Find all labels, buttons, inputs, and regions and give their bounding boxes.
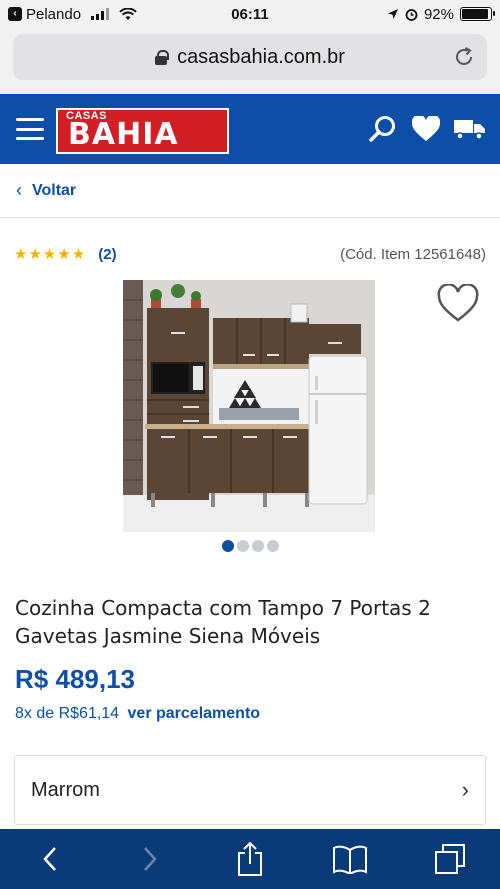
carousel-dot[interactable] xyxy=(266,540,279,552)
bookmarks-icon xyxy=(333,845,367,874)
site-header: CASAS BAHIA xyxy=(0,94,500,164)
carousel-dot[interactable] xyxy=(251,540,264,552)
favorite-heart-icon[interactable] xyxy=(436,284,480,324)
status-bar: ‹ Pelando 06:11 92% xyxy=(0,0,500,28)
wifi-icon xyxy=(119,7,137,20)
carousel-dots[interactable] xyxy=(0,540,500,552)
share-icon xyxy=(238,841,262,876)
reload-icon[interactable] xyxy=(453,46,475,68)
address-bar[interactable]: casasbahia.com.br xyxy=(13,34,487,80)
chevron-left-icon: ‹ xyxy=(16,180,22,200)
search-icon[interactable] xyxy=(368,114,398,144)
installments-link[interactable]: ver parcelamento xyxy=(128,705,261,722)
product-price: R$ 489,13 xyxy=(15,664,135,694)
location-icon xyxy=(387,9,398,19)
url-text: casasbahia.com.br xyxy=(177,45,345,68)
chevron-right-icon: › xyxy=(461,777,469,802)
carrier-label: Pelando xyxy=(26,5,82,23)
tabs-icon xyxy=(435,844,465,874)
product-title: Cozinha Compacta com Tampo 7 Portas 2 Ga… xyxy=(15,596,431,648)
review-count-link[interactable]: (2) xyxy=(98,246,116,263)
back-label: Voltar xyxy=(32,181,77,199)
rating-row: ★★★★★ (2) (Cód. Item 12561648) xyxy=(14,240,486,268)
share-button[interactable] xyxy=(230,839,270,879)
back-to-app-icon[interactable]: ‹ xyxy=(8,7,22,21)
browser-forward-button[interactable] xyxy=(130,839,170,879)
installments-text: 8x de R$61,14 xyxy=(15,705,120,722)
status-time: 06:11 xyxy=(231,5,269,23)
truck-icon[interactable] xyxy=(454,117,486,141)
variant-label: Marrom xyxy=(31,778,100,801)
menu-icon[interactable] xyxy=(16,118,44,140)
casas-bahia-logo[interactable]: CASAS BAHIA xyxy=(56,108,229,154)
carousel-dot[interactable] xyxy=(221,540,234,552)
lock-icon xyxy=(155,49,170,65)
back-arrow-icon xyxy=(43,847,56,871)
back-link[interactable]: ‹ Voltar xyxy=(0,164,500,218)
logo-bahia-text: BAHIA xyxy=(68,117,179,152)
browser-bottom-toolbar xyxy=(0,829,500,889)
browser-toolbar: casasbahia.com.br xyxy=(0,28,500,94)
installments-row: 8x de R$61,14 ver parcelamento xyxy=(15,705,260,723)
heart-icon[interactable] xyxy=(412,116,440,142)
signal-icon xyxy=(91,8,110,20)
forward-arrow-icon xyxy=(144,847,157,871)
bookmarks-button[interactable] xyxy=(330,839,370,879)
carousel-dot[interactable] xyxy=(236,540,249,552)
product-image[interactable] xyxy=(123,280,375,532)
battery-icon xyxy=(460,7,495,21)
color-variant-selector[interactable]: Marrom › xyxy=(14,755,486,825)
tabs-button[interactable] xyxy=(430,839,470,879)
rating-stars: ★★★★★ xyxy=(14,246,87,263)
alarm-icon xyxy=(405,8,418,21)
browser-back-button[interactable] xyxy=(30,839,70,879)
battery-percent: 92% xyxy=(423,5,454,23)
item-code: (Cód. Item 12561648) xyxy=(340,245,486,263)
